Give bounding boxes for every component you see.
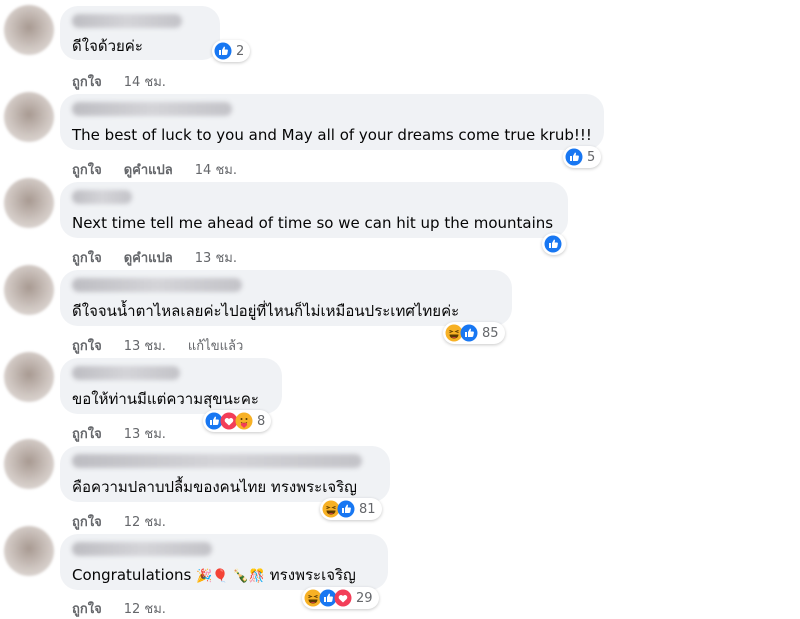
avatar[interactable] [4,92,54,142]
comment-bubble: ดีใจจนน้ำตาไหลเลยค่ะไปอยู่ที่ไหนก็ไม่เหม… [60,270,512,326]
reaction-summary[interactable] [542,233,566,255]
love-reaction-icon [334,589,352,607]
reaction-count: 8 [257,413,266,429]
comment-text: The best of luck to you and May all of y… [72,126,592,144]
author-name[interactable] [72,278,242,292]
comment-bubble: ดีใจด้วยค่ะ [60,6,220,60]
translate-button[interactable]: ดูคำแปล [124,163,173,178]
like-reaction-icon [460,324,478,342]
reaction-summary[interactable]: 8 [203,410,272,432]
comment-text-suffix: ทรงพระเจริญ [269,566,356,584]
comment-bubble: ขอให้ท่านมีแต่ความสุขนะคะ [60,358,282,414]
timestamp[interactable]: 12 ชม. [124,515,166,530]
author-name[interactable] [72,14,182,28]
timestamp[interactable]: 14 ชม. [124,75,166,90]
avatar[interactable] [4,5,54,55]
reaction-summary[interactable]: 5 [563,146,602,168]
comment-text: ดีใจจนน้ำตาไหลเลยค่ะไปอยู่ที่ไหนก็ไม่เหม… [72,302,460,320]
like-reaction-icon [565,148,583,166]
like-button[interactable]: ถูกใจ [72,251,102,266]
reaction-count: 2 [236,43,245,59]
comment-actions: ถูกใจ 14 ชม. [72,71,188,92]
timestamp[interactable]: 13 ชม. [124,427,166,442]
like-reaction-icon [214,42,232,60]
translate-button[interactable]: ดูคำแปล [124,251,173,266]
like-button[interactable]: ถูกใจ [72,75,102,90]
like-reaction-icon [544,235,562,253]
comment-text: ดีใจด้วยค่ะ [72,37,143,55]
timestamp[interactable]: 13 ชม. [195,251,237,266]
author-name[interactable] [72,102,232,116]
comment-bubble: Congratulations 🎉🎈 🍾🎊 ทรงพระเจริญ [60,534,388,590]
author-name[interactable] [72,542,212,556]
avatar[interactable] [4,352,54,402]
author-name[interactable] [72,190,132,204]
timestamp[interactable]: 13 ชม. [124,339,166,354]
like-button[interactable]: ถูกใจ [72,515,102,530]
like-reaction-icon [337,500,355,518]
comment-actions: ถูกใจ 12 ชม. [72,598,188,619]
like-button[interactable]: ถูกใจ [72,602,102,617]
comment-text-prefix: Congratulations [72,566,192,584]
reaction-count: 81 [359,501,376,517]
author-name[interactable] [72,366,180,380]
avatar[interactable] [4,178,54,228]
comment-actions: ถูกใจ ดูคำแปล 14 ชม. [72,159,259,180]
comment-actions: ถูกใจ 13 ชม. แก้ไขแล้ว [72,335,265,356]
comment-text: Next time tell me ahead of time so we ca… [72,214,554,232]
like-button[interactable]: ถูกใจ [72,339,102,354]
reaction-summary[interactable]: 29 [302,587,379,609]
timestamp[interactable]: 14 ชม. [195,163,237,178]
avatar[interactable] [4,526,54,576]
author-name[interactable] [72,454,362,468]
comment-text: คือความปลาบปลื้มของคนไทย ทรงพระเจริญ [72,478,357,496]
like-button[interactable]: ถูกใจ [72,163,102,178]
comment-bubble: The best of luck to you and May all of y… [60,94,604,150]
comment-bubble: คือความปลาบปลื้มของคนไทย ทรงพระเจริญ [60,446,390,502]
avatar[interactable] [4,439,54,489]
timestamp[interactable]: 12 ชม. [124,602,166,617]
like-button[interactable]: ถูกใจ [72,427,102,442]
reaction-summary[interactable]: 85 [443,322,505,344]
reaction-count: 85 [482,325,499,341]
comment-text: ขอให้ท่านมีแต่ความสุขนะคะ [72,390,259,408]
comment-actions: ถูกใจ 13 ชม. [72,423,188,444]
comment-bubble: Next time tell me ahead of time so we ca… [60,182,568,238]
avatar[interactable] [4,265,54,315]
celebration-emojis: 🎉🎈 🍾🎊 [196,569,266,584]
comment-actions: ถูกใจ ดูคำแปล 13 ชม. [72,247,259,268]
comment-text: Congratulations 🎉🎈 🍾🎊 ทรงพระเจริญ [72,565,356,587]
reaction-summary[interactable]: 2 [212,40,251,62]
comment-actions: ถูกใจ 12 ชม. [72,511,188,532]
reaction-count: 5 [587,149,596,165]
reaction-count: 29 [356,590,373,606]
care-reaction-icon [235,412,253,430]
reaction-summary[interactable]: 81 [320,498,382,520]
edited-label[interactable]: แก้ไขแล้ว [188,339,243,354]
